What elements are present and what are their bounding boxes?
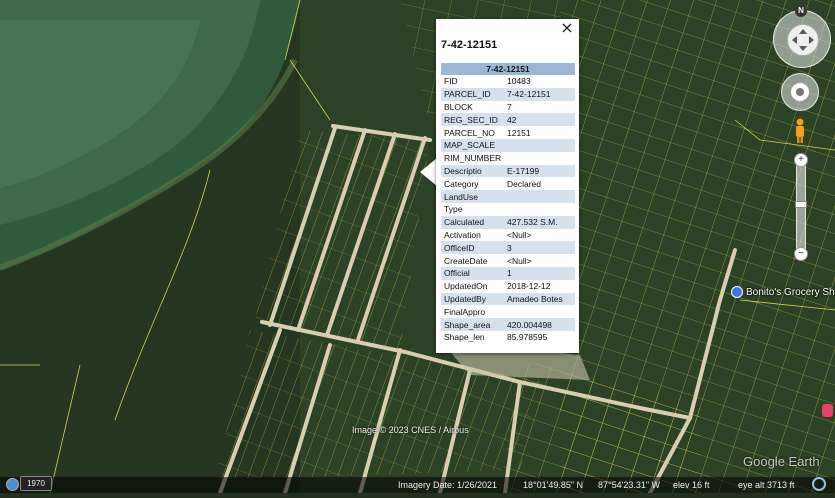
- attribute-key: CreateDate: [444, 255, 488, 266]
- attribute-row: UpdatedBy Amadeo Botes: [441, 292, 575, 306]
- attribute-key: Shape_area: [441, 318, 504, 331]
- attribute-value: 1: [504, 266, 575, 280]
- streaming-indicator-icon: [812, 477, 826, 491]
- parcel-info-balloon: × 7-42-12151 7-42-12151 FID 10483 PARCEL_I…: [436, 19, 579, 353]
- attribute-row: REG_SEC_ID 42: [441, 113, 575, 127]
- attribute-key: Official: [441, 266, 504, 280]
- attribute-value: 3: [504, 241, 575, 255]
- imagery-date: Imagery Date: 1/26/2021: [398, 480, 498, 490]
- attribute-value: 7-42-12151: [504, 87, 575, 101]
- hand-icon[interactable]: [791, 83, 809, 101]
- attribute-row: Type: [441, 203, 575, 216]
- latitude-readout: 18°01'49.85" N: [523, 480, 584, 490]
- attribute-key: Type: [444, 204, 463, 215]
- street-view-pegman-icon[interactable]: [794, 118, 806, 144]
- attribute-value: Amadeo Botes: [504, 292, 575, 306]
- attribute-row: Shape_area 420.004498: [441, 318, 575, 331]
- map-imagery: [0, 0, 835, 495]
- attribute-key: FinalAppro: [444, 306, 486, 317]
- longitude-readout: 87°54'23.31" W: [598, 480, 661, 490]
- attribute-key: FID: [444, 76, 458, 87]
- attribute-value: 12151: [507, 127, 531, 138]
- attribute-value: Declared: [507, 178, 542, 189]
- close-button[interactable]: ×: [559, 20, 575, 36]
- attribute-value: E-17199: [504, 164, 575, 178]
- attribute-row: Official 1: [441, 266, 575, 280]
- attribute-value: <Null>: [507, 255, 532, 266]
- attribute-key: UpdatedOn: [444, 281, 488, 292]
- attribute-row: OfficeID 3: [441, 241, 575, 255]
- attribute-value: [504, 190, 575, 203]
- attribute-key: PARCEL_ID: [441, 87, 504, 101]
- attribute-value: 10483: [507, 76, 531, 87]
- attribute-value: 420.004498: [504, 318, 575, 331]
- attribute-row: LandUse: [441, 190, 575, 203]
- attribute-key: OfficeID: [441, 241, 504, 255]
- attribute-row: RIM_NUMBER: [441, 152, 575, 165]
- navigate-ring-icon[interactable]: [787, 24, 819, 56]
- attribute-value: [504, 203, 575, 216]
- attribute-row: FinalAppro: [441, 305, 575, 318]
- attribute-table: 7-42-12151 FID 10483 PARCEL_ID 7-42-12151 BL…: [441, 63, 575, 344]
- table-header: 7-42-12151: [441, 63, 575, 75]
- google-earth-logo: Google Earth: [743, 454, 820, 469]
- attribute-key: UpdatedBy: [441, 292, 504, 306]
- historical-imagery-button[interactable]: 1970: [20, 476, 52, 491]
- attribute-key: Category: [444, 178, 479, 189]
- imagery-copyright: Image © 2023 CNES / Airbus: [352, 425, 469, 435]
- attribute-key: LandUse: [441, 190, 504, 203]
- attribute-row: BLOCK 7: [441, 101, 575, 114]
- north-indicator[interactable]: N: [795, 5, 807, 17]
- attribute-row: Descriptio E-17199: [441, 164, 575, 178]
- satellite-map[interactable]: [0, 0, 835, 495]
- balloon-pointer: [420, 158, 437, 186]
- attribute-key: BLOCK: [444, 101, 473, 112]
- attribute-key: REG_SEC_ID: [441, 113, 504, 127]
- attribute-value: [504, 138, 575, 152]
- place-marker[interactable]: Bonito's Grocery Sh: [731, 286, 835, 298]
- attribute-value: 42: [504, 113, 575, 127]
- attribute-value: [504, 152, 575, 165]
- earth-icon[interactable]: [6, 478, 19, 491]
- attribute-value: 427.532 S.M.: [504, 215, 575, 229]
- attribute-key: Calculated: [441, 215, 504, 229]
- attribute-row: PARCEL_ID 7-42-12151: [441, 87, 575, 101]
- attribute-row: CreateDate <Null>: [441, 254, 575, 267]
- attribute-value: 2018-12-12: [507, 281, 551, 292]
- balloon-title: 7-42-12151: [441, 39, 498, 51]
- attribute-row: Shape_len 85.978595: [441, 331, 575, 344]
- elevation-readout: elev 16 ft: [673, 480, 710, 490]
- attribute-row: UpdatedOn 2018-12-12: [441, 280, 575, 293]
- attribute-value: 7: [507, 101, 512, 112]
- attribute-row: Activation <Null>: [441, 229, 575, 242]
- eye-altitude-readout: eye alt 3713 ft: [738, 480, 795, 490]
- attribute-key: PARCEL_NO: [444, 127, 495, 138]
- place-label[interactable]: Bonito's Grocery Sh: [746, 287, 835, 298]
- attribute-key: MAP_SCALE: [441, 138, 504, 152]
- attribute-value: <Null>: [507, 229, 532, 240]
- attribute-row: PARCEL_NO 12151: [441, 126, 575, 139]
- zoom-thumb[interactable]: [795, 201, 807, 208]
- attribute-key: Shape_len: [444, 332, 485, 343]
- zoom-in-button[interactable]: +: [794, 153, 808, 167]
- look-control[interactable]: [781, 73, 819, 111]
- attribute-row: Category Declared: [441, 177, 575, 190]
- place-pin-icon[interactable]: [822, 404, 833, 417]
- zoom-out-button[interactable]: −: [794, 247, 808, 261]
- zoom-slider[interactable]: + −: [794, 153, 808, 261]
- attribute-row: FID 10483: [441, 75, 575, 88]
- status-bar: Imagery Date: 1/26/2021 18°01'49.85" N 8…: [0, 477, 835, 493]
- attribute-row: MAP_SCALE: [441, 138, 575, 152]
- attribute-key: RIM_NUMBER: [444, 153, 502, 164]
- shopping-bag-icon[interactable]: [731, 286, 743, 298]
- attribute-key: Descriptio: [441, 164, 504, 178]
- attribute-key: Activation: [444, 229, 481, 240]
- attribute-row: Calculated 427.532 S.M.: [441, 215, 575, 229]
- attribute-value: [504, 305, 575, 318]
- compass-control[interactable]: N: [773, 5, 831, 68]
- attribute-value: 85.978595: [507, 332, 548, 343]
